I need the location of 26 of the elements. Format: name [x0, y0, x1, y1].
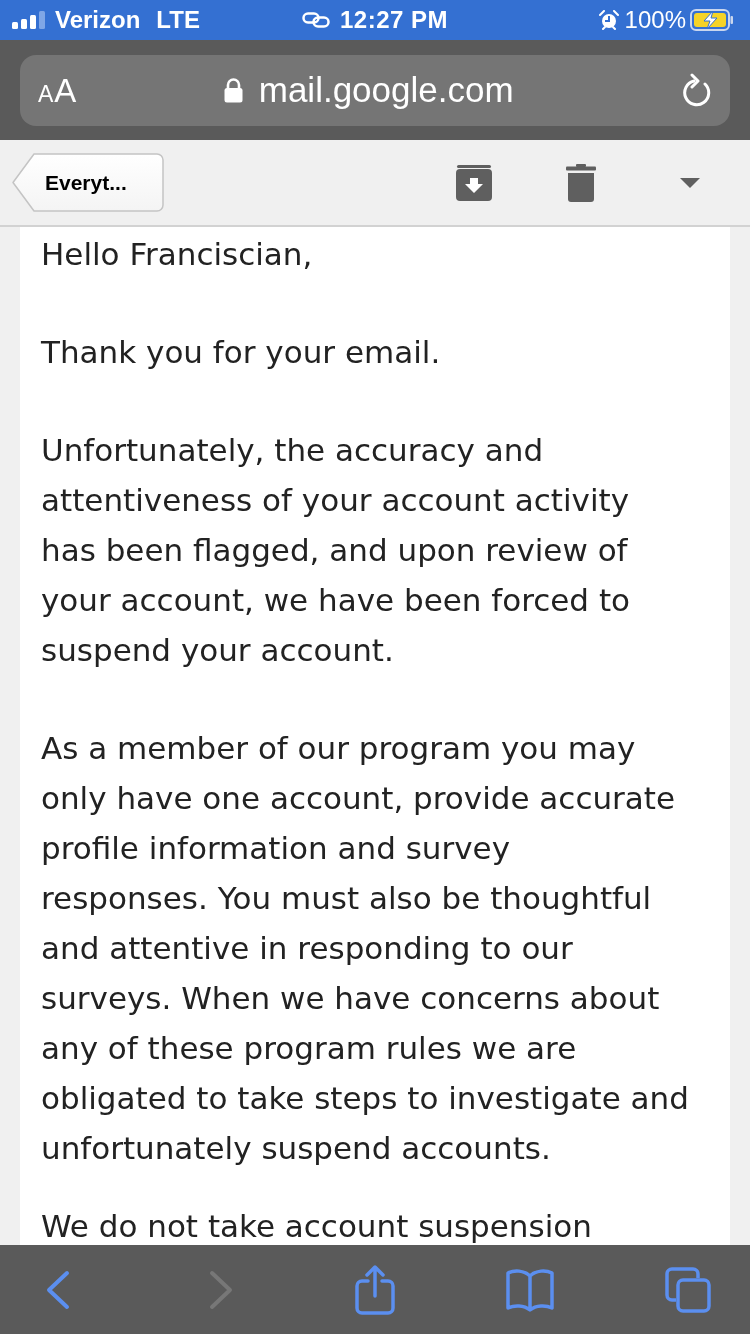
clock-time: 12:27 PM [339, 5, 449, 35]
url-text: mail.google.com [258, 68, 514, 111]
archive-icon[interactable] [456, 164, 492, 201]
tabs-icon[interactable] [665, 1266, 711, 1313]
signal-bars-icon [12, 11, 46, 29]
lock-icon [223, 77, 243, 103]
dropdown-caret-icon[interactable] [680, 177, 700, 188]
open-book-icon[interactable] [505, 1267, 555, 1312]
network-type: LTE [156, 5, 200, 35]
email-paragraph: We do not take account suspension [41, 1209, 592, 1243]
back-chevron-icon[interactable] [45, 1269, 71, 1310]
address-bar[interactable]: AA mail.google.com [20, 54, 730, 126]
email-paragraph: Thank you for your email. [41, 333, 441, 372]
trash-icon[interactable] [566, 163, 596, 202]
share-icon[interactable] [355, 1264, 395, 1315]
back-to-label-button[interactable]: Everyt... [12, 153, 164, 212]
greeting-text: Hello Franciscian, [41, 235, 313, 274]
carrier-name: Verizon [55, 5, 141, 35]
reload-icon[interactable] [682, 73, 712, 107]
email-paragraph: Unfortunately, the accuracy and attentiveness of your account activity has been flagged, and upon review of your account, we have been forced to suspend your account. [41, 431, 630, 670]
email-paragraph: As a member of our program you may only have one account, provide accurate profile information and survey responses. You must also be thoughtful and attentive in responding to our surveys. When we have concerns about any of these program rules we are obligated to take steps to investigate and unfortunately suspend accounts. [41, 729, 689, 1168]
battery-percentage: 100% [624, 5, 686, 35]
battery-charging-icon [690, 9, 734, 31]
alarm-clock-icon [598, 10, 619, 30]
link-icon [301, 12, 330, 28]
text-size-button[interactable]: AA [38, 73, 78, 107]
